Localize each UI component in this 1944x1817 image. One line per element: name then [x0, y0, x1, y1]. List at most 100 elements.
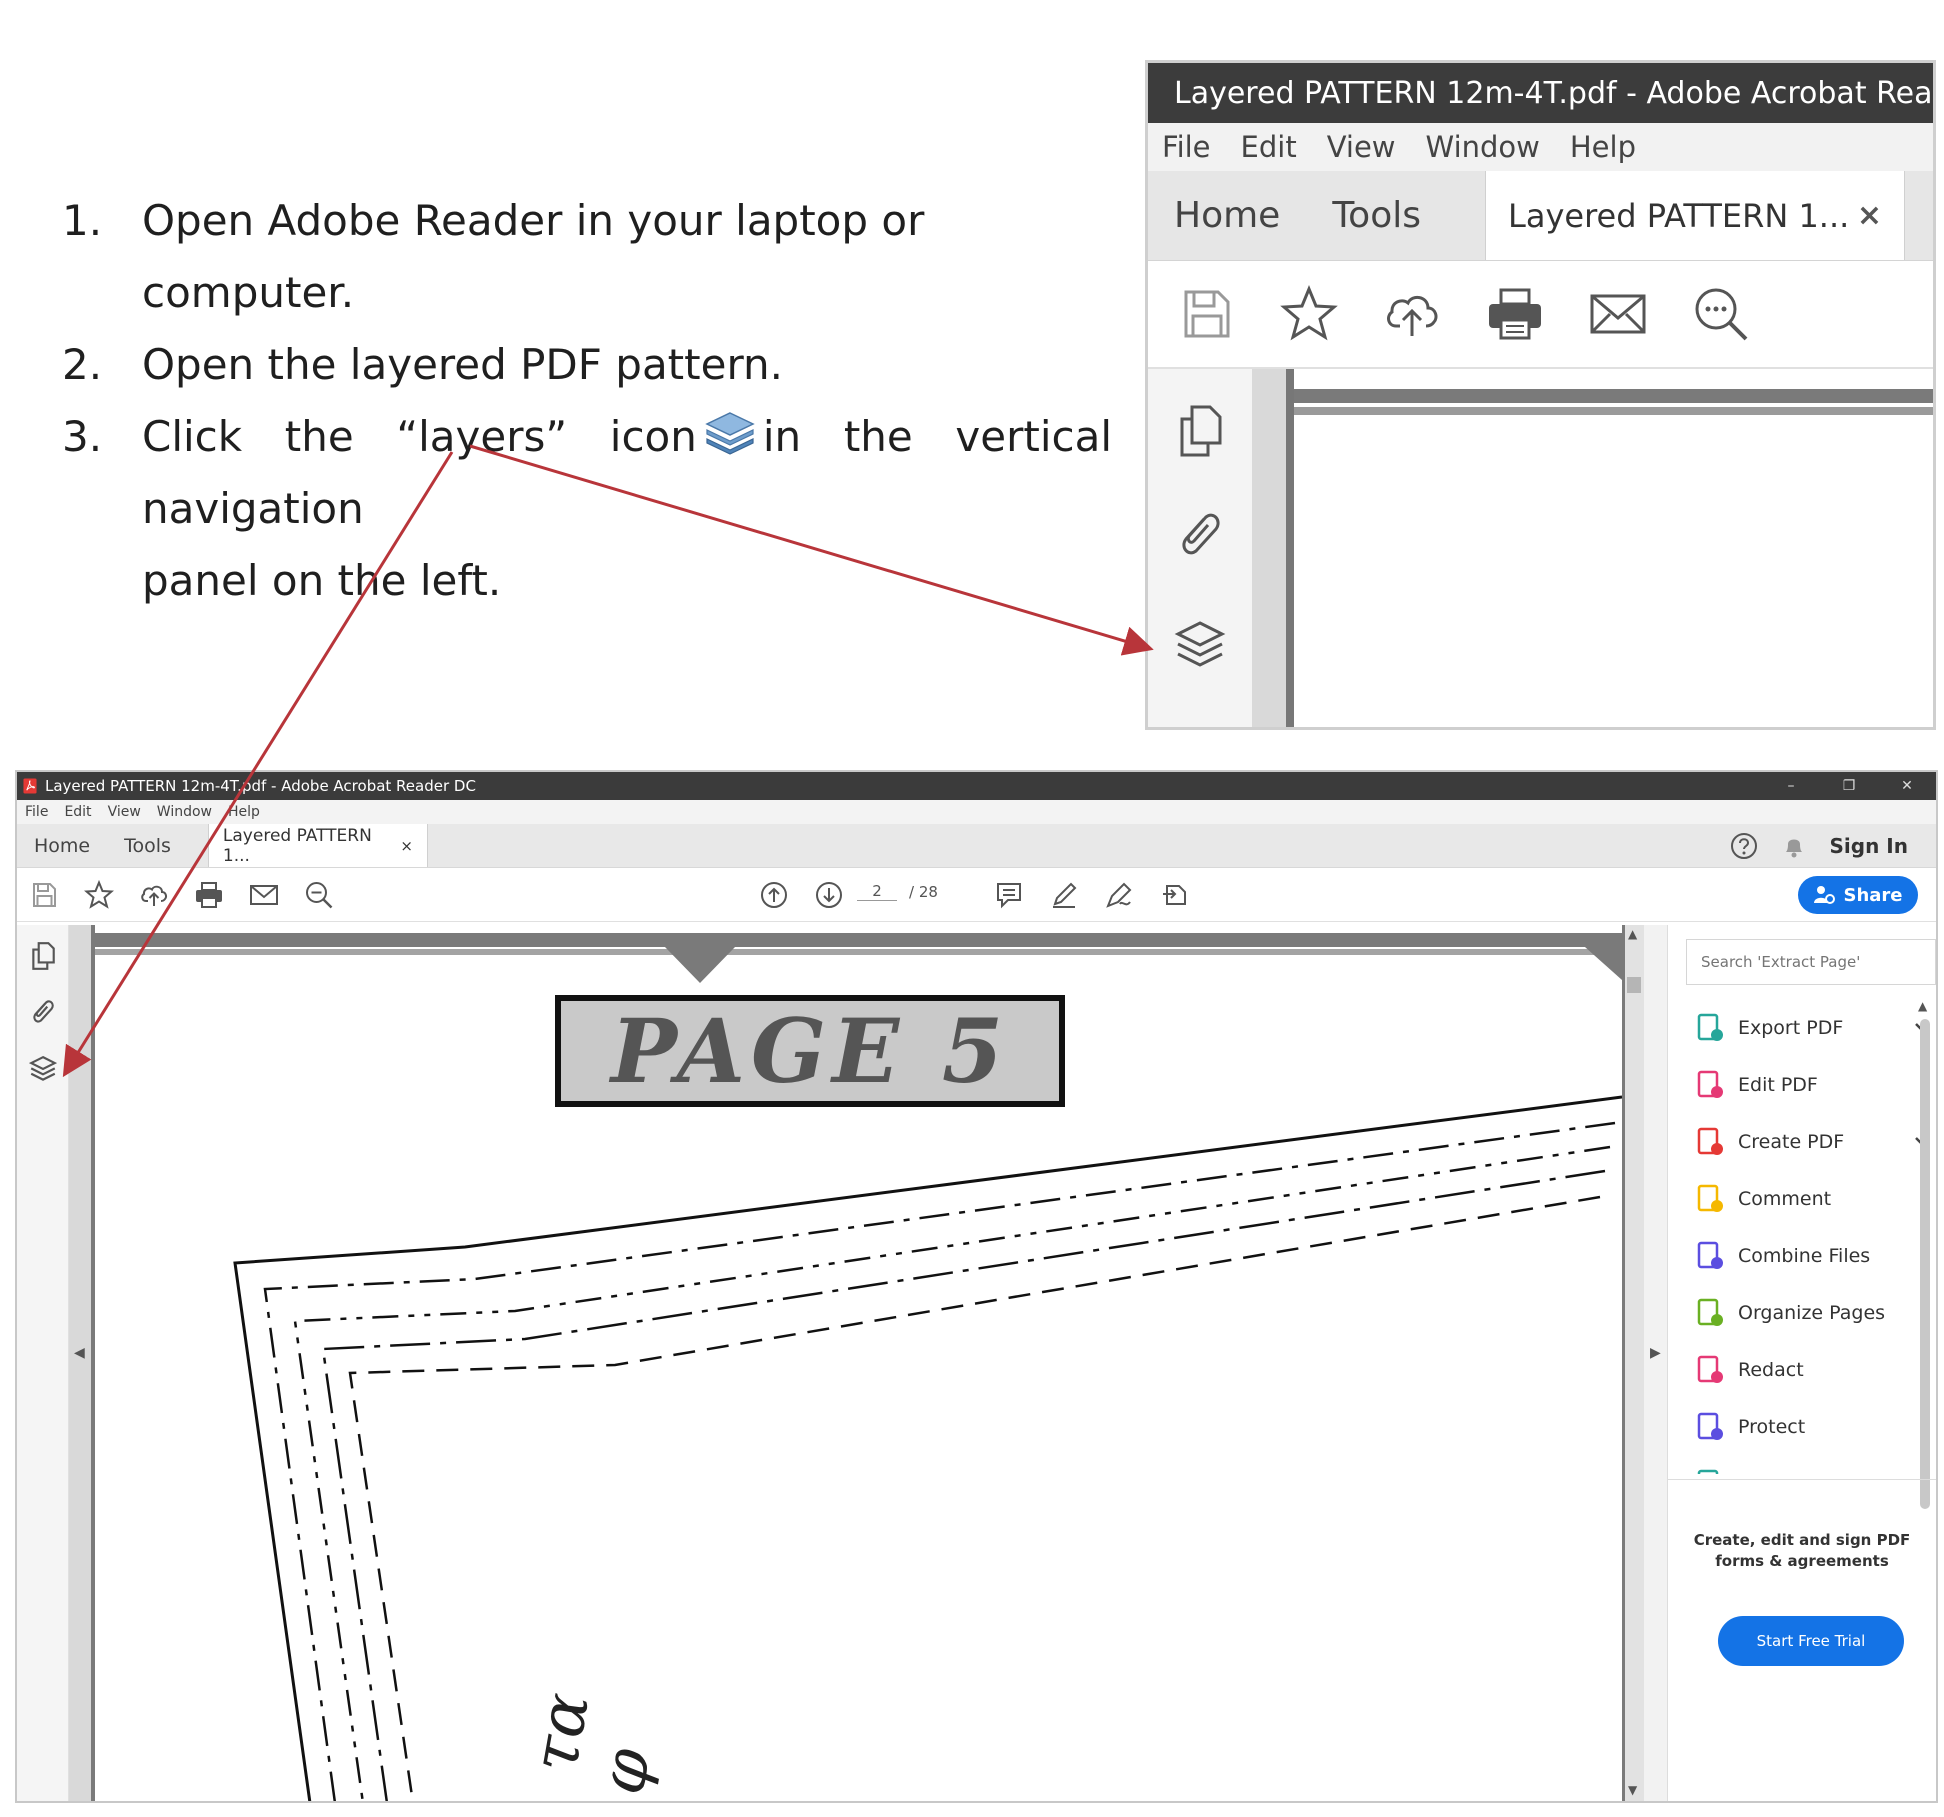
share-button[interactable]: Share — [1798, 876, 1918, 914]
sign-in-link[interactable]: Sign In — [1830, 834, 1908, 858]
layers-icon[interactable] — [1174, 619, 1226, 675]
close-tab-icon[interactable]: × — [1857, 198, 1882, 233]
caret-left-icon[interactable]: ◀ — [74, 1345, 85, 1361]
tools-scrollbar[interactable]: ▲ — [1916, 999, 1932, 1509]
document-scrollbar[interactable]: ▲ ▼ — [1622, 925, 1644, 1801]
menu-edit[interactable]: Edit — [1241, 130, 1297, 164]
menu-file[interactable]: File — [25, 804, 48, 820]
page-number-input[interactable]: 2 — [857, 882, 897, 901]
pages-icon[interactable] — [29, 941, 57, 971]
pages-icon[interactable] — [1174, 403, 1226, 459]
print-icon[interactable] — [1485, 284, 1545, 344]
save-icon[interactable] — [29, 880, 59, 910]
zoom-document-area — [1294, 369, 1933, 727]
tool-item-label: Edit PDF — [1738, 1073, 1818, 1096]
menu-window[interactable]: Window — [1426, 130, 1540, 164]
close-tab-icon[interactable]: × — [400, 837, 413, 855]
zoom-toolbar — [1148, 261, 1933, 369]
instruction-step-1: 1. Open Adobe Reader in your laptop or c… — [62, 196, 925, 317]
comment-icon[interactable] — [994, 880, 1024, 910]
tool-item[interactable]: Organize Pages — [1668, 1284, 1936, 1341]
create-pdf-icon — [1697, 1127, 1723, 1155]
cloud-upload-icon[interactable] — [139, 880, 169, 910]
menu-bar: File Edit View Window Help — [17, 800, 1936, 824]
page-marker-corner — [1585, 933, 1622, 980]
page-marker-diamond — [665, 933, 735, 983]
instruction-step-3: 3. Click the “layers” icon in the vertica… — [62, 401, 1112, 617]
page-total: / 28 — [909, 882, 938, 901]
tab-tools[interactable]: Tools — [1306, 171, 1447, 260]
tool-item[interactable]: Combine Files — [1668, 1227, 1936, 1284]
bell-icon[interactable] — [1780, 832, 1808, 860]
next-page-icon[interactable] — [814, 880, 844, 910]
protect-icon — [1697, 1412, 1723, 1440]
restore-button[interactable]: ❐ — [1820, 772, 1878, 800]
share-link-icon[interactable] — [1159, 880, 1189, 910]
highlight-icon[interactable] — [1049, 880, 1079, 910]
minimize-button[interactable]: – — [1762, 772, 1820, 800]
help-icon[interactable] — [1730, 832, 1758, 860]
tool-item[interactable]: Edit PDF — [1668, 1056, 1936, 1113]
layers-icon[interactable] — [29, 1055, 57, 1085]
tool-item-label: Protect — [1738, 1415, 1806, 1438]
tool-item[interactable]: Compress PDF — [1668, 1455, 1936, 1474]
scroll-down-icon[interactable]: ▼ — [1628, 1783, 1637, 1797]
sign-pen-icon[interactable] — [1104, 880, 1134, 910]
left-gutter: ◀ — [69, 925, 95, 1801]
redact-icon — [1697, 1355, 1723, 1383]
export-pdf-icon — [1697, 1013, 1723, 1041]
zoom-window-title: Layered PATTERN 12m-4T.pdf - Adobe Acrob… — [1174, 75, 1933, 111]
save-icon[interactable] — [1176, 284, 1236, 344]
tool-item[interactable]: Create PDF — [1668, 1113, 1936, 1170]
tab-document[interactable]: Layered PATTERN 1... × — [207, 824, 428, 867]
acrobat-reader-window: Layered PATTERN 12m-4T.pdf - Adobe Acrob… — [15, 770, 1938, 1803]
print-icon[interactable] — [194, 880, 224, 910]
menu-window[interactable]: Window — [157, 804, 212, 820]
star-icon[interactable] — [84, 880, 114, 910]
caret-right-icon[interactable]: ▶ — [1650, 1345, 1661, 1361]
cloud-upload-icon[interactable] — [1382, 284, 1442, 344]
attachment-icon[interactable] — [29, 997, 57, 1027]
mail-icon[interactable] — [1588, 284, 1648, 344]
scroll-up-icon[interactable]: ▲ — [1628, 927, 1637, 941]
tab-document[interactable]: Layered PATTERN 1... × — [1485, 171, 1905, 260]
window-controls: – ❐ ✕ — [1762, 772, 1936, 800]
previous-page-icon[interactable] — [759, 880, 789, 910]
mail-icon[interactable] — [249, 880, 279, 910]
organize-pages-icon — [1697, 1298, 1723, 1326]
tab-home[interactable]: Home — [1148, 171, 1306, 260]
tab-tools[interactable]: Tools — [107, 824, 188, 867]
scrollbar-thumb[interactable] — [1627, 977, 1641, 993]
tool-item[interactable]: Protect — [1668, 1398, 1936, 1455]
compress-pdf-icon — [1697, 1469, 1719, 1474]
close-button[interactable]: ✕ — [1878, 772, 1936, 800]
menu-file[interactable]: File — [1162, 130, 1211, 164]
attachment-icon[interactable] — [1174, 507, 1226, 563]
share-label: Share — [1843, 884, 1903, 906]
zoom-out-icon[interactable] — [1691, 284, 1751, 344]
instruction-step-2: 2. Open the layered PDF pattern. — [62, 340, 783, 389]
step-3-line-1: Click the “layers” icon in the vertical n… — [142, 412, 1113, 533]
page-border-bar — [1294, 389, 1933, 403]
pattern-seam-line — [263, 1121, 1616, 1801]
instruction-list: 1. Open Adobe Reader in your laptop or c… — [62, 185, 1112, 617]
menu-view[interactable]: View — [1327, 130, 1396, 164]
zoom-out-icon[interactable] — [304, 880, 334, 910]
scroll-up-icon[interactable]: ▲ — [1918, 999, 1927, 1013]
star-icon[interactable] — [1279, 284, 1339, 344]
menu-help[interactable]: Help — [228, 804, 260, 820]
tool-item-label: Export PDF — [1738, 1016, 1844, 1039]
tools-search-input[interactable] — [1686, 939, 1936, 985]
tool-item[interactable]: Export PDF — [1668, 999, 1936, 1056]
menu-edit[interactable]: Edit — [64, 804, 91, 820]
start-free-trial-button[interactable]: Start Free Trial — [1718, 1616, 1904, 1666]
tool-item[interactable]: Redact — [1668, 1341, 1936, 1398]
menu-help[interactable]: Help — [1570, 130, 1636, 164]
scrollbar-thumb[interactable] — [1920, 1019, 1930, 1509]
pattern-seam-line — [293, 1145, 1611, 1801]
screenshot-root: 1. Open Adobe Reader in your laptop or c… — [0, 0, 1944, 1817]
menu-view[interactable]: View — [108, 804, 141, 820]
tab-home[interactable]: Home — [17, 824, 107, 867]
pane-splitter[interactable]: ▶ — [1644, 925, 1668, 1801]
tool-item[interactable]: Comment — [1668, 1170, 1936, 1227]
